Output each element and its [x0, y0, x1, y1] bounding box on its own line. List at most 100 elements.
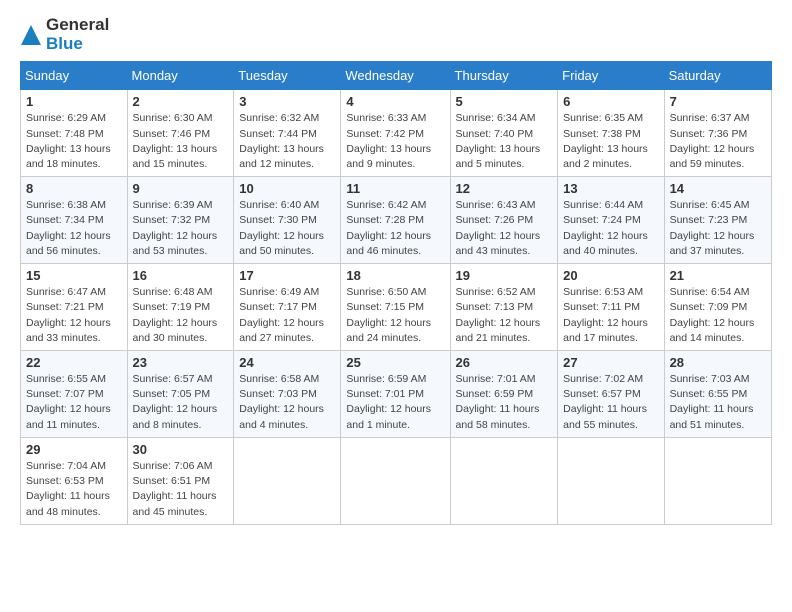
calendar-cell: 25 Sunrise: 6:59 AMSunset: 7:01 PMDayligh… [341, 351, 450, 438]
day-info: Sunrise: 6:44 AMSunset: 7:24 PMDaylight:… [563, 198, 658, 259]
day-number: 17 [239, 268, 335, 283]
day-info: Sunrise: 6:34 AMSunset: 7:40 PMDaylight:… [456, 111, 553, 172]
day-info: Sunrise: 6:40 AMSunset: 7:30 PMDaylight:… [239, 198, 335, 259]
day-number: 7 [670, 94, 766, 109]
day-info: Sunrise: 6:32 AMSunset: 7:44 PMDaylight:… [239, 111, 335, 172]
day-number: 14 [670, 181, 766, 196]
day-number: 3 [239, 94, 335, 109]
calendar-cell: 16 Sunrise: 6:48 AMSunset: 7:19 PMDayligh… [127, 264, 234, 351]
calendar-cell: 5 Sunrise: 6:34 AMSunset: 7:40 PMDaylight… [450, 90, 558, 177]
day-number: 18 [346, 268, 444, 283]
day-info: Sunrise: 6:37 AMSunset: 7:36 PMDaylight:… [670, 111, 766, 172]
calendar-cell: 30Sunrise: 7:06 AMSunset: 6:51 PMDayligh… [127, 437, 234, 524]
calendar-cell: 13Sunrise: 6:44 AMSunset: 7:24 PMDayligh… [558, 177, 664, 264]
calendar-cell [341, 437, 450, 524]
calendar-cell: 20Sunrise: 6:53 AMSunset: 7:11 PMDayligh… [558, 264, 664, 351]
calendar-cell: 23 Sunrise: 6:57 AMSunset: 7:05 PMDayligh… [127, 351, 234, 438]
day-number: 9 [133, 181, 229, 196]
day-info: Sunrise: 6:48 AMSunset: 7:19 PMDaylight:… [133, 285, 229, 346]
day-info: Sunrise: 6:39 AMSunset: 7:32 PMDaylight:… [133, 198, 229, 259]
day-number: 10 [239, 181, 335, 196]
calendar-cell: 6Sunrise: 6:35 AMSunset: 7:38 PMDaylight… [558, 90, 664, 177]
logo-svg: General Blue [20, 16, 109, 53]
calendar-cell: 11Sunrise: 6:42 AMSunset: 7:28 PMDayligh… [341, 177, 450, 264]
day-number: 16 [133, 268, 229, 283]
day-info: Sunrise: 7:02 AMSunset: 6:57 PMDaylight:… [563, 372, 658, 433]
day-info: Sunrise: 7:03 AMSunset: 6:55 PMDaylight:… [670, 372, 766, 433]
calendar-cell: 21 Sunrise: 6:54 AMSunset: 7:09 PMDayligh… [664, 264, 771, 351]
day-info: Sunrise: 6:50 AMSunset: 7:15 PMDaylight:… [346, 285, 444, 346]
day-info: Sunrise: 6:52 AMSunset: 7:13 PMDaylight:… [456, 285, 553, 346]
day-number: 29 [26, 442, 122, 457]
col-header-tuesday: Tuesday [234, 62, 341, 90]
calendar-cell: 8 Sunrise: 6:38 AMSunset: 7:34 PMDaylight… [21, 177, 128, 264]
day-number: 23 [133, 355, 229, 370]
day-number: 26 [456, 355, 553, 370]
calendar-cell [558, 437, 664, 524]
day-info: Sunrise: 6:58 AMSunset: 7:03 PMDaylight:… [239, 372, 335, 433]
day-number: 24 [239, 355, 335, 370]
calendar-cell: 2 Sunrise: 6:30 AMSunset: 7:46 PMDaylight… [127, 90, 234, 177]
day-info: Sunrise: 6:42 AMSunset: 7:28 PMDaylight:… [346, 198, 444, 259]
day-info: Sunrise: 6:38 AMSunset: 7:34 PMDaylight:… [26, 198, 122, 259]
day-info: Sunrise: 6:57 AMSunset: 7:05 PMDaylight:… [133, 372, 229, 433]
day-info: Sunrise: 6:43 AMSunset: 7:26 PMDaylight:… [456, 198, 553, 259]
day-number: 15 [26, 268, 122, 283]
calendar-table: SundayMondayTuesdayWednesdayThursdayFrid… [20, 61, 772, 524]
calendar-cell: 3 Sunrise: 6:32 AMSunset: 7:44 PMDaylight… [234, 90, 341, 177]
calendar-cell: 1 Sunrise: 6:29 AMSunset: 7:48 PMDaylight… [21, 90, 128, 177]
day-number: 4 [346, 94, 444, 109]
calendar-cell: 17 Sunrise: 6:49 AMSunset: 7:17 PMDayligh… [234, 264, 341, 351]
calendar-week-row: 1 Sunrise: 6:29 AMSunset: 7:48 PMDaylight… [21, 90, 772, 177]
col-header-wednesday: Wednesday [341, 62, 450, 90]
logo-triangle-icon [20, 24, 42, 46]
day-info: Sunrise: 7:04 AMSunset: 6:53 PMDaylight:… [26, 459, 122, 520]
day-info: Sunrise: 6:29 AMSunset: 7:48 PMDaylight:… [26, 111, 122, 172]
day-info: Sunrise: 6:55 AMSunset: 7:07 PMDaylight:… [26, 372, 122, 433]
calendar-page: General Blue SundayMondayTuesdayWednesda… [0, 0, 792, 541]
day-number: 2 [133, 94, 229, 109]
logo-text: General Blue [46, 16, 109, 53]
day-info: Sunrise: 6:59 AMSunset: 7:01 PMDaylight:… [346, 372, 444, 433]
day-info: Sunrise: 6:49 AMSunset: 7:17 PMDaylight:… [239, 285, 335, 346]
day-info: Sunrise: 6:35 AMSunset: 7:38 PMDaylight:… [563, 111, 658, 172]
calendar-cell: 28Sunrise: 7:03 AMSunset: 6:55 PMDayligh… [664, 351, 771, 438]
calendar-cell: 10 Sunrise: 6:40 AMSunset: 7:30 PMDayligh… [234, 177, 341, 264]
calendar-cell: 29 Sunrise: 7:04 AMSunset: 6:53 PMDayligh… [21, 437, 128, 524]
day-number: 8 [26, 181, 122, 196]
calendar-cell: 22 Sunrise: 6:55 AMSunset: 7:07 PMDayligh… [21, 351, 128, 438]
col-header-sunday: Sunday [21, 62, 128, 90]
col-header-thursday: Thursday [450, 62, 558, 90]
calendar-cell: 4Sunrise: 6:33 AMSunset: 7:42 PMDaylight… [341, 90, 450, 177]
calendar-cell [450, 437, 558, 524]
calendar-week-row: 8 Sunrise: 6:38 AMSunset: 7:34 PMDaylight… [21, 177, 772, 264]
day-number: 27 [563, 355, 658, 370]
day-number: 22 [26, 355, 122, 370]
page-header: General Blue [20, 16, 772, 53]
calendar-cell: 19 Sunrise: 6:52 AMSunset: 7:13 PMDayligh… [450, 264, 558, 351]
day-number: 30 [133, 442, 229, 457]
day-number: 5 [456, 94, 553, 109]
calendar-cell: 12Sunrise: 6:43 AMSunset: 7:26 PMDayligh… [450, 177, 558, 264]
day-number: 1 [26, 94, 122, 109]
calendar-cell: 24 Sunrise: 6:58 AMSunset: 7:03 PMDayligh… [234, 351, 341, 438]
day-info: Sunrise: 6:47 AMSunset: 7:21 PMDaylight:… [26, 285, 122, 346]
calendar-cell: 27 Sunrise: 7:02 AMSunset: 6:57 PMDayligh… [558, 351, 664, 438]
calendar-week-row: 15 Sunrise: 6:47 AMSunset: 7:21 PMDayligh… [21, 264, 772, 351]
calendar-cell: 9 Sunrise: 6:39 AMSunset: 7:32 PMDaylight… [127, 177, 234, 264]
calendar-week-row: 29 Sunrise: 7:04 AMSunset: 6:53 PMDayligh… [21, 437, 772, 524]
calendar-cell [234, 437, 341, 524]
day-info: Sunrise: 6:30 AMSunset: 7:46 PMDaylight:… [133, 111, 229, 172]
calendar-week-row: 22 Sunrise: 6:55 AMSunset: 7:07 PMDayligh… [21, 351, 772, 438]
calendar-cell: 18 Sunrise: 6:50 AMSunset: 7:15 PMDayligh… [341, 264, 450, 351]
day-number: 25 [346, 355, 444, 370]
day-info: Sunrise: 6:45 AMSunset: 7:23 PMDaylight:… [670, 198, 766, 259]
col-header-friday: Friday [558, 62, 664, 90]
calendar-cell: 14 Sunrise: 6:45 AMSunset: 7:23 PMDayligh… [664, 177, 771, 264]
day-number: 20 [563, 268, 658, 283]
calendar-cell [664, 437, 771, 524]
day-number: 21 [670, 268, 766, 283]
calendar-cell: 7 Sunrise: 6:37 AMSunset: 7:36 PMDaylight… [664, 90, 771, 177]
day-number: 19 [456, 268, 553, 283]
day-info: Sunrise: 6:54 AMSunset: 7:09 PMDaylight:… [670, 285, 766, 346]
